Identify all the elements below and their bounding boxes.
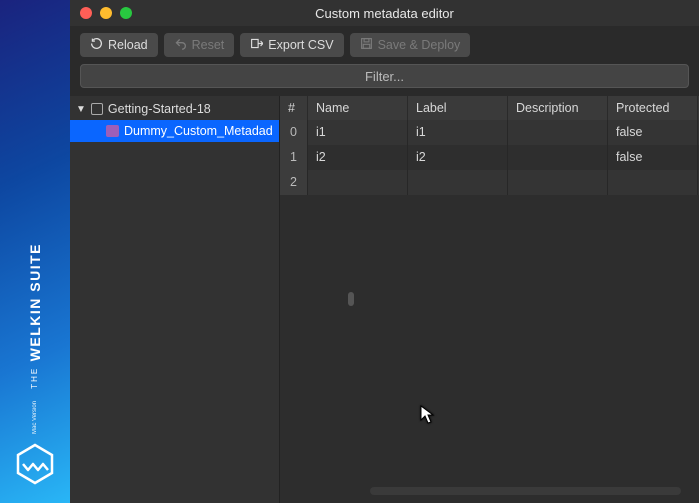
table-row[interactable]: 0 i1 i1 false	[280, 120, 699, 145]
tree-item-metadata[interactable]: Dummy_Custom_Metadad	[70, 120, 279, 142]
tree-panel: ▼ Getting-Started-18 Dummy_Custom_Metada…	[70, 96, 280, 503]
main-area: ▼ Getting-Started-18 Dummy_Custom_Metada…	[70, 96, 699, 503]
cell-description[interactable]	[508, 145, 608, 170]
reload-label: Reload	[108, 38, 148, 52]
filter-bar	[80, 64, 689, 88]
cell-index: 0	[280, 120, 308, 145]
table-body: 0 i1 i1 false 1 i2 i2 false 2	[280, 120, 699, 503]
tree-item-label: Dummy_Custom_Metadad	[124, 124, 273, 138]
cell-protected[interactable]: false	[608, 145, 698, 170]
cell-label[interactable]: i1	[408, 120, 508, 145]
cell-description[interactable]	[508, 120, 608, 145]
undo-icon	[174, 37, 187, 53]
table-row[interactable]: 2	[280, 170, 699, 195]
close-window-button[interactable]	[80, 7, 92, 19]
brand-logo-icon	[13, 442, 57, 491]
metadata-icon	[106, 125, 119, 137]
col-protected[interactable]: Protected	[608, 96, 698, 120]
brand-subtitle: Mac Version	[32, 401, 38, 434]
window-title: Custom metadata editor	[315, 6, 454, 21]
folder-icon	[91, 103, 103, 115]
cell-label[interactable]: i2	[408, 145, 508, 170]
tree-root-label: Getting-Started-18	[108, 102, 211, 116]
export-icon	[250, 37, 263, 53]
cell-index: 2	[280, 170, 308, 195]
data-table: # Name Label Description Protected 0 i1 …	[280, 96, 699, 503]
toolbar: Reload Reset Export CSV Save & Deploy	[70, 26, 699, 64]
cell-protected[interactable]: false	[608, 120, 698, 145]
reset-label: Reset	[192, 38, 225, 52]
maximize-window-button[interactable]	[120, 7, 132, 19]
save-deploy-button[interactable]: Save & Deploy	[350, 33, 471, 57]
brand-name: THE WELKIN SUITE	[28, 243, 42, 389]
brand-sidebar: THE WELKIN SUITE Mac Version	[0, 0, 70, 503]
reset-button[interactable]: Reset	[164, 33, 235, 57]
export-csv-button[interactable]: Export CSV	[240, 33, 343, 57]
app-window: Custom metadata editor Reload Reset Expo…	[70, 0, 699, 503]
tree-root[interactable]: ▼ Getting-Started-18	[70, 98, 279, 120]
col-name[interactable]: Name	[308, 96, 408, 120]
reload-button[interactable]: Reload	[80, 33, 158, 57]
cell-name[interactable]: i1	[308, 120, 408, 145]
cell-protected[interactable]	[608, 170, 698, 195]
save-label: Save & Deploy	[378, 38, 461, 52]
cell-label[interactable]	[408, 170, 508, 195]
col-label[interactable]: Label	[408, 96, 508, 120]
table-header: # Name Label Description Protected	[280, 96, 699, 120]
cell-name[interactable]	[308, 170, 408, 195]
col-index[interactable]: #	[280, 96, 308, 120]
horizontal-scrollbar[interactable]	[370, 487, 681, 495]
cell-name[interactable]: i2	[308, 145, 408, 170]
export-label: Export CSV	[268, 38, 333, 52]
cell-index: 1	[280, 145, 308, 170]
cursor-icon	[420, 405, 436, 430]
table-row[interactable]: 1 i2 i2 false	[280, 145, 699, 170]
filter-input[interactable]	[80, 64, 689, 88]
reload-icon	[90, 37, 103, 53]
minimize-window-button[interactable]	[100, 7, 112, 19]
col-description[interactable]: Description	[508, 96, 608, 120]
chevron-down-icon: ▼	[76, 104, 86, 115]
titlebar: Custom metadata editor	[70, 0, 699, 26]
splitter-handle[interactable]	[348, 292, 354, 306]
save-icon	[360, 37, 373, 53]
cell-description[interactable]	[508, 170, 608, 195]
brand-the: THE	[30, 367, 39, 389]
